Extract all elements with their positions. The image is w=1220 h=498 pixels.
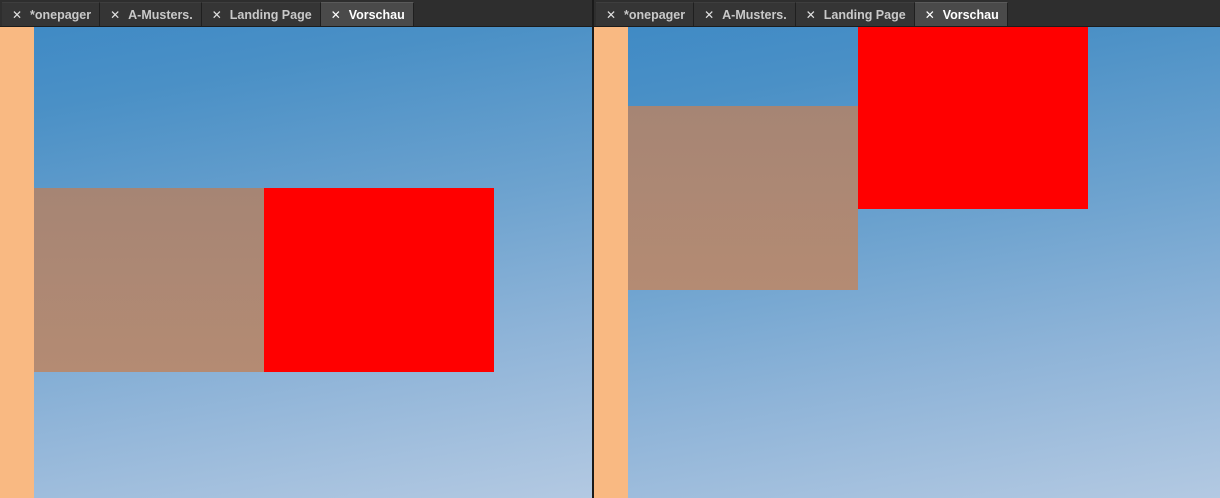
red-box: [264, 188, 494, 372]
tab-onepager[interactable]: ✕ *onepager: [2, 2, 101, 26]
sidebar-strip: [594, 27, 628, 498]
close-icon[interactable]: ✕: [212, 8, 222, 22]
tab-bar-right: ✕ *onepager ✕ A-Musters. ✕ Landing Page …: [594, 0, 1220, 27]
tab-label: A-Musters.: [128, 7, 193, 22]
close-icon[interactable]: ✕: [606, 8, 616, 22]
editor-pane-left: ✕ *onepager ✕ A-Musters. ✕ Landing Page …: [0, 0, 592, 498]
close-icon[interactable]: ✕: [12, 8, 22, 22]
editor-pane-right: ✕ *onepager ✕ A-Musters. ✕ Landing Page …: [594, 0, 1220, 498]
tab-a-musters[interactable]: ✕ A-Musters.: [100, 2, 202, 26]
preview-viewport-right[interactable]: [594, 27, 1220, 498]
brown-box: [34, 188, 264, 372]
sidebar-strip: [0, 27, 34, 498]
tab-onepager[interactable]: ✕ *onepager: [596, 2, 695, 26]
tab-landing-page[interactable]: ✕ Landing Page: [795, 2, 915, 26]
red-box: [858, 27, 1088, 209]
tab-vorschau[interactable]: ✕ Vorschau: [914, 2, 1008, 26]
tab-label: Landing Page: [229, 7, 312, 22]
editor-window: ✕ *onepager ✕ A-Musters. ✕ Landing Page …: [0, 0, 1220, 498]
tab-a-musters[interactable]: ✕ A-Musters.: [694, 2, 796, 26]
close-icon[interactable]: ✕: [331, 8, 341, 22]
tab-label: *onepager: [30, 7, 92, 22]
tab-bar-left: ✕ *onepager ✕ A-Musters. ✕ Landing Page …: [0, 0, 592, 27]
close-icon[interactable]: ✕: [925, 8, 935, 22]
tab-label: Vorschau: [942, 7, 999, 22]
tab-label: *onepager: [624, 7, 686, 22]
tab-label: Landing Page: [823, 7, 906, 22]
brown-box: [628, 106, 858, 290]
tab-landing-page[interactable]: ✕ Landing Page: [201, 2, 321, 26]
tab-vorschau[interactable]: ✕ Vorschau: [320, 2, 414, 26]
tab-label: A-Musters.: [722, 7, 787, 22]
close-icon[interactable]: ✕: [110, 8, 120, 22]
tab-label: Vorschau: [348, 7, 405, 22]
close-icon[interactable]: ✕: [806, 8, 816, 22]
preview-viewport-left[interactable]: [0, 27, 592, 498]
close-icon[interactable]: ✕: [704, 8, 714, 22]
